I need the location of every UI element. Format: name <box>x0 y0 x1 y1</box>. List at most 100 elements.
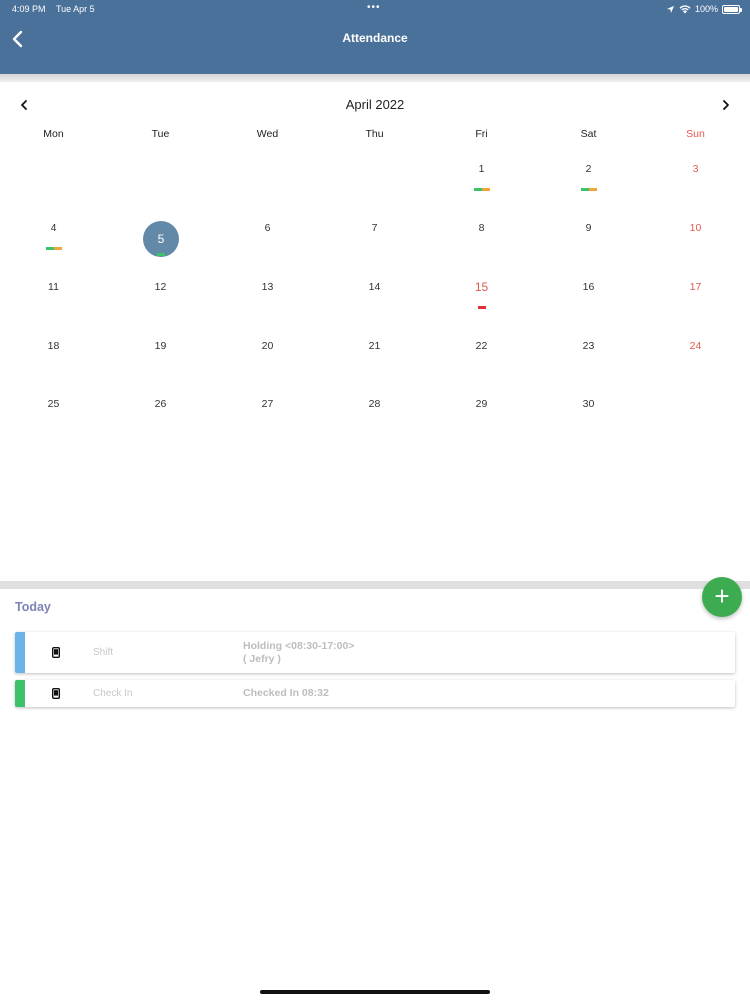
status-date: Tue Apr 5 <box>56 4 95 14</box>
day-number: 3 <box>692 163 699 175</box>
calendar-day[interactable]: 3 <box>642 163 749 213</box>
day-number: 14 <box>368 281 381 293</box>
status-bar: 4:09 PM Tue Apr 5 ••• 100% <box>0 0 750 20</box>
app-header: 4:09 PM Tue Apr 5 ••• 100% Attendance <box>0 0 750 74</box>
calendar-day[interactable]: 24 <box>642 340 749 390</box>
calendar-day[interactable]: 6 <box>214 222 321 272</box>
attendance-mark <box>477 306 486 309</box>
day-number: 16 <box>582 281 595 293</box>
day-number: 12 <box>154 281 167 293</box>
calendar-day[interactable]: 8 <box>428 222 535 272</box>
calendar-day[interactable]: 21 <box>321 340 428 390</box>
wifi-icon <box>679 4 691 13</box>
calendar-day[interactable]: 15 <box>428 280 535 330</box>
day-number: 30 <box>582 398 595 410</box>
day-number: 15 <box>474 280 489 294</box>
weekday-label: Thu <box>365 128 384 140</box>
calendar-day[interactable]: 26 <box>107 398 214 448</box>
card-type-label: Check In <box>93 688 133 699</box>
day-number: 7 <box>371 222 378 234</box>
day-number: 2 <box>585 163 592 175</box>
next-month-button[interactable] <box>716 96 736 114</box>
calendar-day[interactable]: 7 <box>321 222 428 272</box>
day-number: 24 <box>689 340 702 352</box>
calendar-day[interactable]: 20 <box>214 340 321 390</box>
day-number: 17 <box>689 281 702 293</box>
location-icon <box>666 5 675 13</box>
add-attendance-button[interactable]: + <box>702 577 742 617</box>
attendance-mark <box>481 188 490 191</box>
day-number: 1 <box>478 163 485 175</box>
attendance-mark <box>580 188 589 191</box>
calendar-day[interactable]: 22 <box>428 340 535 390</box>
calendar-day[interactable]: 18 <box>0 340 107 390</box>
card-detail-line: Holding <08:30-17:00> <box>243 640 355 652</box>
calendar-day[interactable]: 29 <box>428 398 535 448</box>
day-number: 19 <box>154 340 167 352</box>
chevron-right-icon <box>723 100 729 110</box>
day-number: 11 <box>48 281 59 293</box>
attendance-mark <box>473 188 482 191</box>
calendar-day-selected[interactable]: 5 <box>143 221 179 257</box>
calendar-day[interactable]: 10 <box>642 222 749 272</box>
calendar-day[interactable]: 28 <box>321 398 428 448</box>
phone-icon <box>52 688 60 699</box>
section-divider <box>0 581 750 589</box>
card-status-bar <box>15 680 25 707</box>
day-number: 22 <box>475 340 488 352</box>
calendar-day[interactable]: 17 <box>642 281 749 331</box>
status-time: 4:09 PM <box>12 4 46 14</box>
calendar-month-label: April 2022 <box>345 97 405 112</box>
weekday-label: Sun <box>686 128 705 140</box>
calendar-day[interactable]: 12 <box>107 281 214 331</box>
today-heading: Today <box>15 600 51 614</box>
calendar-day[interactable]: 27 <box>214 398 321 448</box>
day-number: 27 <box>261 398 274 410</box>
calendar-day[interactable]: 13 <box>214 281 321 331</box>
battery-percent: 100% <box>694 4 718 14</box>
calendar-day[interactable]: 1 <box>428 163 535 213</box>
day-number: 25 <box>47 398 60 410</box>
calendar-day[interactable]: 23 <box>535 340 642 390</box>
card-detail-line: Checked In 08:32 <box>243 687 329 699</box>
calendar-day[interactable]: 25 <box>0 398 107 448</box>
home-indicator <box>260 990 490 994</box>
attendance-mark <box>157 253 165 256</box>
day-number: 23 <box>582 340 595 352</box>
day-number: 6 <box>264 222 271 234</box>
calendar-day[interactable]: 16 <box>535 281 642 331</box>
calendar-day[interactable]: 19 <box>107 340 214 390</box>
calendar-day[interactable]: 11 <box>0 281 107 331</box>
day-number: 5 <box>157 232 165 246</box>
attendance-mark <box>53 247 62 250</box>
weekday-label: Fri <box>475 128 488 140</box>
day-number: 29 <box>475 398 488 410</box>
attendance-mark <box>588 188 597 191</box>
card-detail: Checked In 08:32 <box>243 687 329 700</box>
card-detail: Holding <08:30-17:00> ( Jefry ) <box>243 640 354 666</box>
weekday-label: Wed <box>256 128 279 140</box>
status-icons: 100% <box>666 4 742 14</box>
weekday-label: Mon <box>43 128 64 140</box>
calendar-day[interactable]: 2 <box>535 163 642 213</box>
attendance-card-shift[interactable]: Shift Holding <08:30-17:00> ( Jefry ) <box>15 632 735 673</box>
calendar-day[interactable]: 9 <box>535 222 642 272</box>
card-type-label: Shift <box>93 647 114 658</box>
calendar-day[interactable]: 4 <box>0 222 107 272</box>
day-number: 28 <box>368 398 381 410</box>
day-number: 26 <box>154 398 167 410</box>
phone-icon <box>52 647 60 658</box>
day-number: 10 <box>689 222 702 234</box>
day-number: 8 <box>478 222 485 234</box>
calendar-day[interactable]: 30 <box>535 398 642 448</box>
day-number: 13 <box>261 281 274 293</box>
multitask-dots: ••• <box>367 2 381 13</box>
header-divider <box>0 74 750 82</box>
plus-icon: + <box>714 581 730 611</box>
calendar-day[interactable]: 14 <box>321 281 428 331</box>
day-number: 21 <box>368 340 381 352</box>
attendance-card-check-in[interactable]: Check In Checked In 08:32 <box>15 680 735 707</box>
day-number: 20 <box>261 340 274 352</box>
day-number: 9 <box>585 222 592 234</box>
weekday-header: Mon Tue Wed Thu Fri Sat Sun <box>0 128 750 142</box>
